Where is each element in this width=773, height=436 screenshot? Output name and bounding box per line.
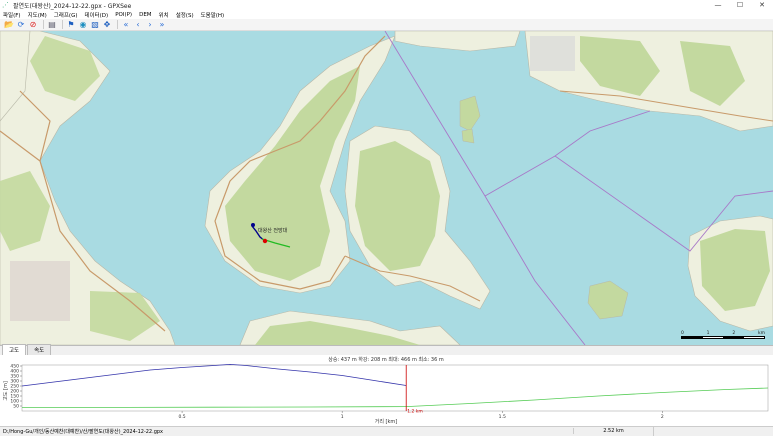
y-tick-label: 450 <box>10 364 19 370</box>
prev-file-icon[interactable]: ‹ <box>133 20 143 30</box>
land-north-strip <box>394 31 521 52</box>
open-folder-icon[interactable]: 📂 <box>4 20 14 30</box>
scale-bar: 0 1 2 km <box>681 331 765 341</box>
elevation-graph[interactable]: 상승: 437 m 하강: 208 m 최대: 466 m 최소: 36 m 고… <box>0 355 773 426</box>
town-area <box>10 261 70 321</box>
islet-2 <box>461 128 475 144</box>
map-view[interactable]: 대왕산 전망대 0 1 2 km <box>0 31 773 345</box>
x-tick-label: 1 <box>341 414 344 420</box>
menu-settings[interactable]: 설정(S) <box>176 11 194 19</box>
title-bar: ⋰ 팔연도(대왕산)_2024-12-22.gpx - GPXSee — ☐ ✕ <box>0 0 773 10</box>
x-tick-label: 2 <box>661 414 664 420</box>
scale-unit: km <box>757 331 765 336</box>
marker-label: 대왕산 전망대 <box>258 227 288 234</box>
status-file-path: D:/Hong-Gu/개인/동산예찬(대예찬)/산/팔연도(대왕산)_2024-… <box>3 428 164 435</box>
x-tick-label: 1.5 <box>499 414 506 420</box>
scale-label-1: 1 <box>706 331 710 336</box>
print-icon[interactable]: ▤ <box>47 20 57 30</box>
series-line <box>22 387 769 408</box>
tab-elevation[interactable]: 고도 <box>2 344 27 355</box>
map-canvas[interactable]: 대왕산 전망대 <box>0 31 773 345</box>
reload-icon[interactable]: ⟳ <box>16 20 26 30</box>
graph-summary: 상승: 437 m 하강: 208 m 최대: 466 m 최소: 36 m <box>328 356 444 363</box>
close-file-icon[interactable]: ⊘ <box>28 20 38 30</box>
islet-3 <box>587 280 629 320</box>
x-tick-label: 0.5 <box>178 414 185 420</box>
graph-cursor-label: 1.2 km <box>407 409 423 415</box>
menu-data[interactable]: 데이터(D) <box>84 11 108 19</box>
graph-icon[interactable]: ▧ <box>90 20 100 30</box>
menu-poi[interactable]: POI(P) <box>115 12 132 18</box>
first-file-icon[interactable]: « <box>121 20 131 30</box>
close-button[interactable]: ✕ <box>751 0 773 10</box>
menu-graph[interactable]: 그래프(G) <box>54 11 78 19</box>
toolbar: 📂 ⟳ ⊘ ▤ ⚑ ◉ ▧ ✥ « ‹ › » <box>0 19 773 31</box>
menu-map[interactable]: 지도(M) <box>28 11 47 19</box>
scale-label-2: 2 <box>732 331 736 336</box>
elevation-graph-canvas[interactable]: 상승: 437 m 하강: 208 m 최대: 466 m 최소: 36 m 고… <box>0 355 773 426</box>
menu-help[interactable]: 도움말(H) <box>201 11 225 19</box>
status-empty-panel <box>653 426 773 436</box>
graph-x-axis-label: 거리 [km] <box>375 418 398 425</box>
toolbar-divider <box>117 20 118 29</box>
graph-tabs: 고도 속도 <box>0 344 773 355</box>
scale-label-0: 0 <box>681 331 684 336</box>
scale-bar-graphic <box>681 336 765 339</box>
status-bar: D:/Hong-Gu/개인/동산예찬(대예찬)/산/팔연도(대왕산)_2024-… <box>0 426 773 436</box>
menu-dem[interactable]: DEM <box>139 12 151 18</box>
islet-1 <box>459 95 481 132</box>
graph-y-axis-label: 고도 [m] <box>3 381 9 401</box>
next-file-icon[interactable]: › <box>145 20 155 30</box>
globe-icon[interactable]: ◉ <box>78 20 88 30</box>
app-icon: ⋰ <box>2 1 9 9</box>
flag-icon[interactable]: ⚑ <box>66 20 76 30</box>
toolbar-divider <box>62 20 63 29</box>
graph-plot-area: 501001502002503003504004500.5 1 1.5 21.2 km <box>10 363 769 420</box>
track-start-marker[interactable] <box>251 223 255 227</box>
maximize-button[interactable]: ☐ <box>729 0 751 10</box>
window-title: 팔연도(대왕산)_2024-12-22.gpx - GPXSee <box>13 2 132 10</box>
menu-bar: 파일(F) 지도(M) 그래프(G) 데이터(D) POI(P) DEM 위치 … <box>0 10 773 19</box>
menu-file[interactable]: 파일(F) <box>3 11 21 19</box>
cursor-position-marker[interactable] <box>262 238 268 244</box>
series-line <box>21 363 407 387</box>
minimize-button[interactable]: — <box>707 0 729 10</box>
port-area <box>530 36 575 71</box>
move-icon[interactable]: ✥ <box>102 20 112 30</box>
tab-speed[interactable]: 속도 <box>27 344 52 355</box>
status-total-distance: 2.52 km <box>573 428 653 434</box>
menu-position[interactable]: 위치 <box>159 11 169 19</box>
toolbar-divider <box>43 20 44 29</box>
last-file-icon[interactable]: » <box>157 20 167 30</box>
